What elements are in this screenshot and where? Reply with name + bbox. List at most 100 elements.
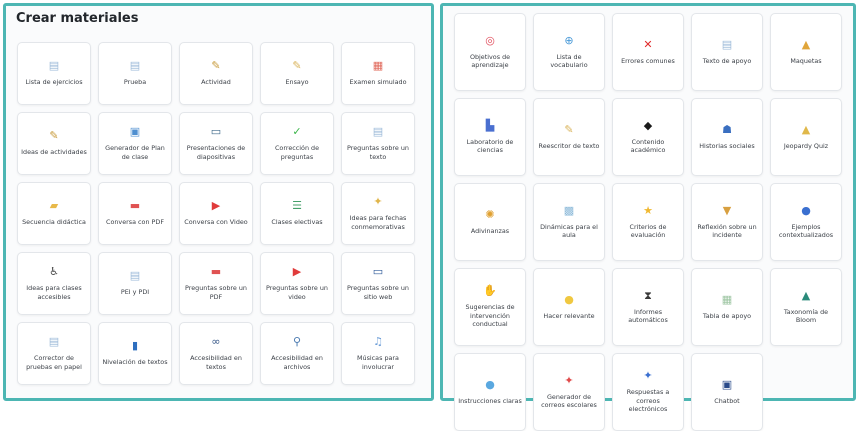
tool-card-prueba[interactable]: ▤ Prueba [98,42,172,105]
tool-label: Preguntas sobre un sitio web [347,284,409,301]
tool-card-ideas-para-clases-accesibles[interactable]: ♿ Ideas para clases accesibles [17,252,91,315]
graduation-cap-icon: ◆ [643,118,653,132]
tool-card-preguntas-sobre-un-texto[interactable]: ▤ Preguntas sobre un texto [341,112,415,175]
document-icon: ▤ [48,335,60,349]
tool-card-texto-de-apoyo[interactable]: ▤ Texto de apoyo [691,13,763,91]
tool-label: Laboratorio de ciencias [466,137,514,154]
document-icon: ▤ [129,269,141,283]
tool-label: Conversa con PDF [106,218,164,227]
tool-card-errores-comunes[interactable]: ✕ Errores comunes [612,13,684,91]
tool-card-maquetas[interactable]: ▲ Maquetas [770,13,842,91]
checkmark-icon: ✓ [292,125,302,139]
pdf-icon: ▬ [129,199,141,213]
tool-label: Dinámicas para el aula [540,222,598,239]
tool-card-hacer-relevante[interactable]: ● Hacer relevante [533,268,605,346]
tool-card-pei-y-pdi[interactable]: ▤ PEI y PDI [98,252,172,315]
tool-card-historias-sociales[interactable]: ☗ Historias sociales [691,98,763,176]
tool-label: Actividad [201,78,231,87]
tool-label: Presentaciones de diapositivas [186,144,246,161]
tool-card-accesibilidad-en-archivos[interactable]: ⚲ Accesibilidad en archivos [260,322,334,385]
tool-card-accesibilidad-en-textos[interactable]: ∞ Accesibilidad en textos [179,322,253,385]
level-icon: ▮ [131,339,139,353]
music-note-icon: ♫ [373,335,383,349]
tool-label: Prueba [123,78,147,87]
tool-card-preguntas-sobre-un-pdf[interactable]: ▬ Preguntas sobre un PDF [179,252,253,315]
tool-card-actividad[interactable]: ✎ Actividad [179,42,253,105]
tool-card-preguntas-sobre-un-sitio-web[interactable]: ▭ Preguntas sobre un sitio web [341,252,415,315]
tool-label: Informes automáticos [628,307,668,324]
tool-card-instrucciones-claras[interactable]: ● Instrucciones claras [454,353,526,431]
tool-card-contenido-academico[interactable]: ◆ Contenido académico [612,98,684,176]
tool-card-reflexion-sobre-un-incidente[interactable]: ▼ Reflexión sobre un incidente [691,183,763,261]
tool-card-clases-electivas[interactable]: ☰ Clases electivas [260,182,334,245]
tool-label: Adivinanzas [470,226,510,235]
tool-label: Historias sociales [699,141,755,150]
tool-label: Sugerencias de intervención conductual [465,303,515,329]
tool-card-correccion-de-preguntas[interactable]: ✓ Corrección de preguntas [260,112,334,175]
crear-materiales-panel: Crear materiales ▤ Lista de ejercicios ▤ Pr… [3,3,434,401]
tool-label: Criterios de evaluación [629,222,667,239]
tool-card-informes-automaticos[interactable]: ⧗ Informes automáticos [612,268,684,346]
bulb-icon: ● [801,203,811,217]
tool-label: Conversa con Video [184,218,248,227]
tool-card-musicas-para-involucrar[interactable]: ♫ Músicas para involucrar [341,322,415,385]
tool-label: Preguntas sobre un video [266,284,328,301]
pdf-icon: ▬ [210,265,222,279]
lab-seat-icon: ▙ [485,118,495,132]
tool-label: Reescritor de texto [538,141,600,150]
tool-card-ideas-para-fechas-conmemorativas[interactable]: ✦ Ideas para fechas conmemorativas [341,182,415,245]
tool-card-secuencia-didactica[interactable]: ▰ Secuencia didáctica [17,182,91,245]
globe-icon: ⊕ [564,33,574,47]
puzzle-icon: ✺ [485,207,495,221]
tool-label: Examen simulado [349,78,407,87]
tool-card-generador-de-correos-escolares[interactable]: ✦ Generador de correos escolares [533,353,605,431]
pencil-paper-icon: ✎ [292,59,302,73]
pencil-icon: ✎ [49,129,59,143]
tool-card-respuestas-a-correos-electronicos[interactable]: ✦ Respuestas a correos electrónicos [612,353,684,431]
mail-pin-icon: ✦ [564,373,574,387]
tool-card-jeopardy-quiz[interactable]: ▲ Jeopardy Quiz [770,98,842,176]
tool-card-ejemplos-contextualizados[interactable]: ● Ejemplos contextualizados [770,183,842,261]
tool-card-conversa-con-pdf[interactable]: ▬ Conversa con PDF [98,182,172,245]
tool-label: Secuencia didáctica [22,218,86,227]
tool-label: PEI y PDI [120,288,150,297]
hourglass-icon: ⧗ [644,288,652,302]
tool-label: Corrector de pruebas en papel [26,354,82,371]
tool-card-reescritor-de-texto[interactable]: ✎ Reescritor de texto [533,98,605,176]
tool-card-taxonomia-de-bloom[interactable]: ▲ Taxonomía de Bloom [770,268,842,346]
target-icon: ◎ [485,33,495,47]
tool-label: Ideas de actividades [21,148,87,157]
tool-card-lista-de-ejercicios[interactable]: ▤ Lista de ejercicios [17,42,91,105]
document-icon: ▤ [48,59,60,73]
tool-card-tabla-de-apoyo[interactable]: ▦ Tabla de apoyo [691,268,763,346]
tool-label: Ideas para fechas conmemorativas [349,214,407,231]
tool-card-preguntas-sobre-un-video[interactable]: ▶ Preguntas sobre un video [260,252,334,315]
tool-label: Preguntas sobre un PDF [185,284,247,301]
trophy-icon: ▲ [801,122,811,136]
tool-card-generador-de-plan-de-clase[interactable]: ▣ Generador de Plan de clase [98,112,172,175]
tool-card-dinamicas-para-el-aula[interactable]: ▩ Dinámicas para el aula [533,183,605,261]
tool-card-corrector-de-pruebas-en-papel[interactable]: ▤ Corrector de pruebas en papel [17,322,91,385]
tool-card-criterios-de-evaluacion[interactable]: ★ Criterios de evaluación [612,183,684,261]
tool-card-conversa-con-video[interactable]: ▶ Conversa con Video [179,182,253,245]
tool-label: Contenido académico [630,137,666,154]
tool-card-laboratorio-de-ciencias[interactable]: ▙ Laboratorio de ciencias [454,98,526,176]
exam-paper-icon: ▦ [372,59,384,73]
tool-label: Taxonomía de Bloom [783,307,829,324]
tool-card-ensayo[interactable]: ✎ Ensayo [260,42,334,105]
tool-card-sugerencias-de-intervencion-conductual[interactable]: ✋ Sugerencias de intervención conductual [454,268,526,346]
tool-label: Chatbot [714,396,740,405]
tool-card-presentaciones-de-diapositivas[interactable]: ▭ Presentaciones de diapositivas [179,112,253,175]
tool-card-examen-simulado[interactable]: ▦ Examen simulado [341,42,415,105]
tool-card-nivelacion-de-textos[interactable]: ▮ Nivelación de textos [98,322,172,385]
folder-icon: ▰ [49,199,59,213]
pencil-icon: ✎ [211,59,221,73]
document-icon: ▤ [372,125,384,139]
tool-card-ideas-de-actividades[interactable]: ✎ Ideas de actividades [17,112,91,175]
tool-card-adivinanzas[interactable]: ✺ Adivinanzas [454,183,526,261]
tool-card-lista-de-vocabulario[interactable]: ⊕ Lista de vocabulario [533,13,605,91]
mail-reply-icon: ✦ [643,369,653,383]
tool-card-chatbot[interactable]: ▣ Chatbot [691,353,763,431]
tool-card-objetivos-de-aprendizaje[interactable]: ◎ Objetivos de aprendizaje [454,13,526,91]
video-play-icon: ▶ [292,265,302,279]
